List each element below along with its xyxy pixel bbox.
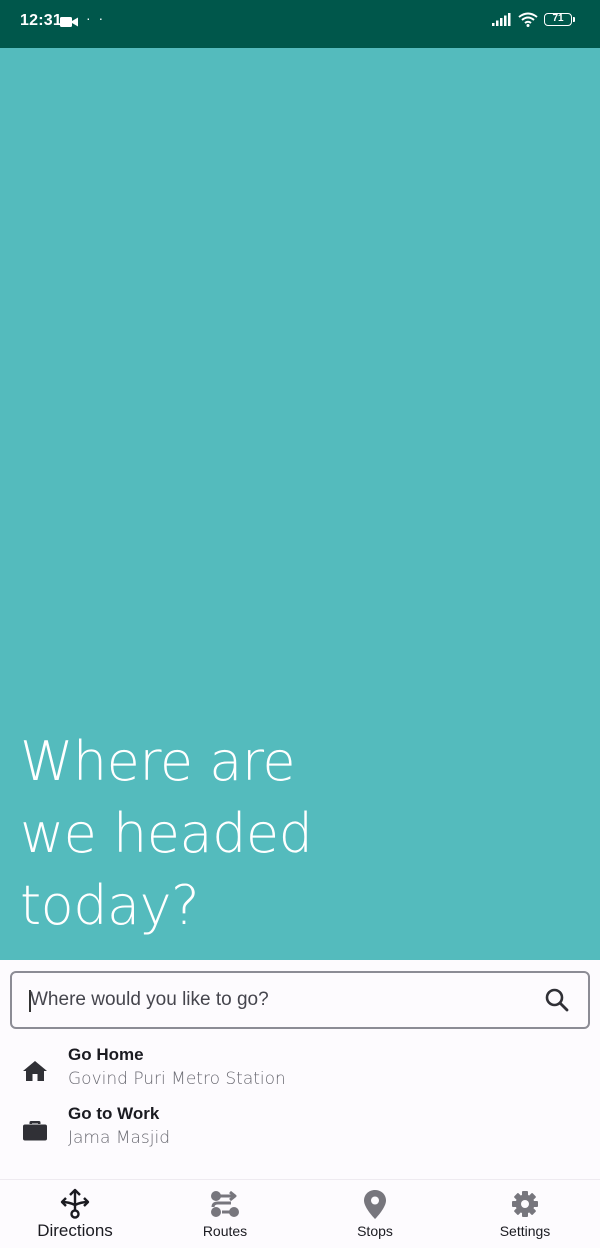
nav-label: Settings	[499, 1223, 551, 1239]
search-field[interactable]	[10, 971, 590, 1029]
hero-title: Where are we headed today?	[20, 730, 313, 937]
wifi-icon	[518, 12, 538, 32]
nav-item-routes[interactable]: Routes	[150, 1180, 300, 1248]
briefcase-icon	[22, 1117, 48, 1143]
home-icon	[22, 1058, 48, 1084]
shortcut-title: Go Home	[68, 1045, 144, 1064]
notification-dots: · ·	[86, 10, 106, 26]
nav-label: Directions	[37, 1221, 113, 1240]
gear-icon	[509, 1188, 541, 1220]
search-input[interactable]	[30, 973, 530, 1027]
nav-item-settings[interactable]: Settings	[450, 1180, 600, 1248]
status-time: 12:31	[20, 12, 62, 29]
hero-banner: Where are we headed today?	[0, 48, 600, 960]
signal-icon	[492, 13, 512, 32]
directions-icon	[59, 1188, 91, 1220]
search-icon[interactable]	[544, 987, 570, 1013]
battery-level: 71	[552, 13, 564, 24]
shortcut-title: Go to Work	[68, 1104, 160, 1123]
shortcut-subtitle: Jama Masjid	[68, 1128, 170, 1148]
shortcut-go-to-work[interactable]: Go to Work Jama Masjid	[0, 1101, 600, 1159]
shortcut-go-home[interactable]: Go Home Govind Puri Metro Station	[0, 1042, 600, 1100]
nav-item-directions[interactable]: Directions	[0, 1180, 150, 1248]
location-pin-icon	[359, 1188, 391, 1220]
battery-icon: 71	[544, 13, 575, 26]
nav-item-stops[interactable]: Stops	[300, 1180, 450, 1248]
bottom-navigation: Directions Routes Stops Settings	[0, 1179, 600, 1248]
status-bar: 12:31 · · 71	[0, 0, 600, 48]
routes-icon	[209, 1188, 241, 1220]
shortcut-subtitle: Govind Puri Metro Station	[68, 1069, 286, 1089]
app-screen: 12:31 · · 71 Where are we headed today? …	[0, 0, 600, 1248]
nav-label: Routes	[202, 1223, 248, 1239]
video-camera-icon	[60, 15, 78, 33]
nav-label: Stops	[357, 1223, 393, 1239]
